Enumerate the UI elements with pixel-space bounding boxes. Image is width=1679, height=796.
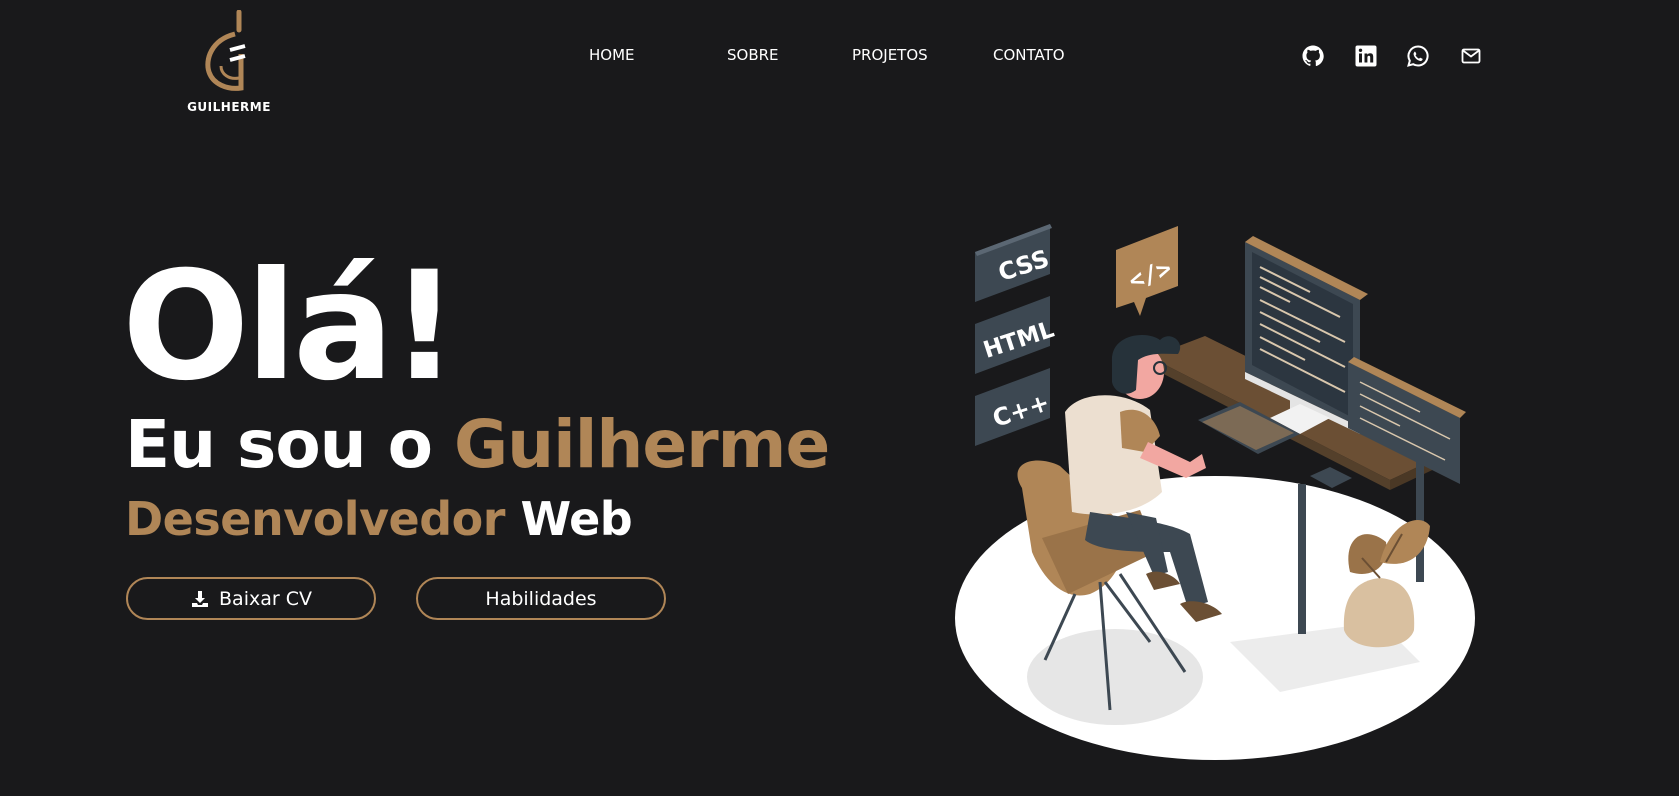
- hero-role: Desenvolvedor Web: [125, 496, 633, 542]
- skills-label: Habilidades: [485, 587, 597, 610]
- hero-role-accent: Desenvolvedor: [125, 492, 505, 546]
- css-tag: CSS: [975, 224, 1053, 302]
- hero-greeting: Olá!: [122, 240, 459, 414]
- nav-contato[interactable]: CONTATO: [993, 46, 1065, 64]
- cpp-tag: C++: [975, 368, 1053, 446]
- nav-sobre[interactable]: SOBRE: [727, 46, 779, 64]
- code-bubble-icon: </>: [1116, 226, 1178, 316]
- brand-logo[interactable]: GUILHERME: [186, 10, 272, 114]
- download-cv-label: Baixar CV: [219, 587, 312, 610]
- html-tag: HTML: [975, 296, 1058, 374]
- hero-role-rest: Web: [504, 492, 633, 546]
- developer-illustration: CSS HTML C++ </>: [955, 224, 1475, 760]
- skills-button[interactable]: Habilidades: [416, 577, 666, 620]
- github-icon[interactable]: [1301, 44, 1325, 68]
- nav-home[interactable]: HOME: [589, 46, 635, 64]
- g-monogram-logo-icon: [205, 10, 246, 91]
- hero-intro: Eu sou o Guilherme: [125, 412, 830, 478]
- logo-text: GUILHERME: [187, 100, 271, 114]
- hero-intro-prefix: Eu sou o: [125, 406, 454, 483]
- download-cv-button[interactable]: Baixar CV: [126, 577, 376, 620]
- linkedin-icon[interactable]: [1354, 44, 1378, 68]
- whatsapp-icon[interactable]: [1406, 44, 1430, 68]
- hero-name: Guilherme: [453, 406, 830, 483]
- download-icon: [192, 590, 209, 607]
- mail-icon[interactable]: [1459, 44, 1483, 68]
- nav-projetos[interactable]: PROJETOS: [852, 46, 928, 64]
